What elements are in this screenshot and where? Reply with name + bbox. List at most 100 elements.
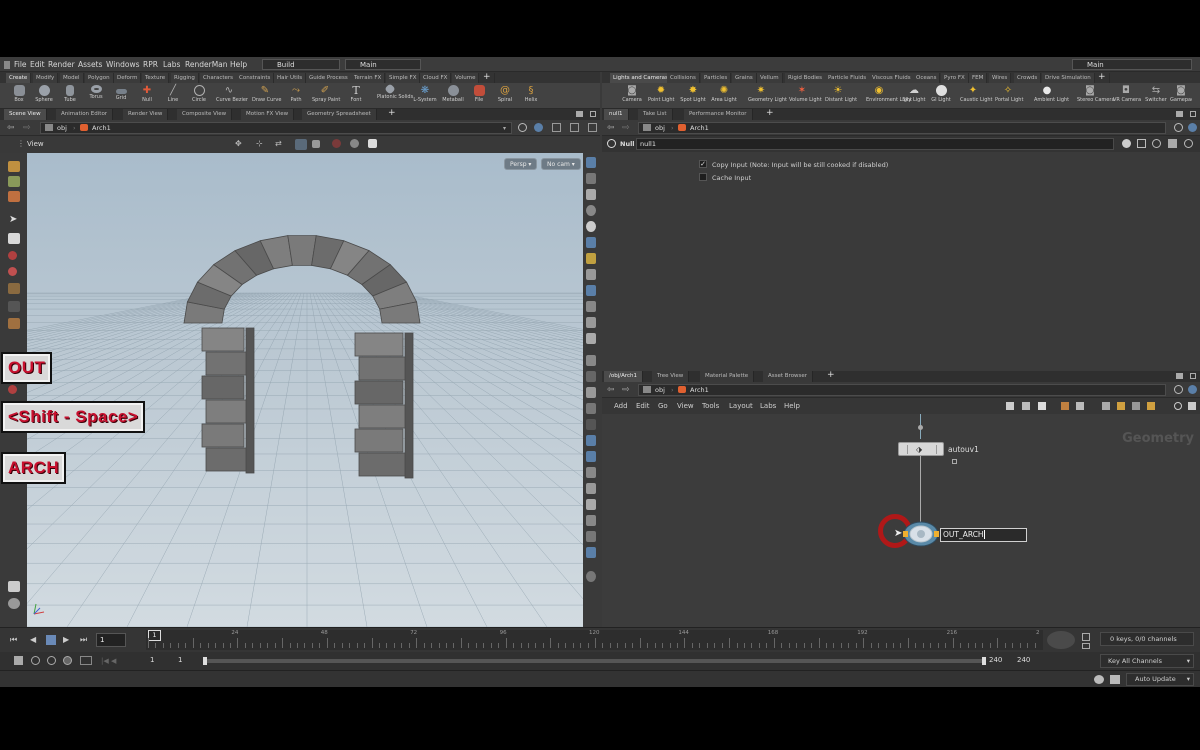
shelf-tab-simple-fx[interactable]: Simple FX bbox=[386, 73, 421, 83]
range-start-arrows-icon[interactable]: |◀ ◀ bbox=[101, 657, 116, 665]
range-end-field-2[interactable]: 240 bbox=[1017, 656, 1030, 664]
back-arrow-icon[interactable]: ⇦ bbox=[7, 123, 15, 133]
menu-renderman[interactable]: RenderMan bbox=[185, 60, 228, 69]
tool-stereo-camera[interactable]: ◙ Stereo Camera bbox=[1077, 85, 1115, 107]
desktop-dropdown[interactable]: Build bbox=[262, 59, 340, 70]
playhead[interactable]: 1 bbox=[148, 630, 161, 641]
shelf-tab-pyro-fx[interactable]: Pyro FX bbox=[941, 73, 969, 83]
loop-icon[interactable] bbox=[47, 656, 56, 665]
key-filter-icon[interactable] bbox=[1082, 633, 1090, 641]
add-pane-tab-button[interactable]: + bbox=[766, 108, 774, 118]
select-tool-icon[interactable] bbox=[8, 161, 20, 172]
grid-display-icon[interactable] bbox=[586, 285, 596, 296]
pin-icon[interactable] bbox=[1174, 123, 1183, 132]
pane-maximize-icon[interactable] bbox=[1190, 373, 1196, 379]
snap-edge-icon[interactable] bbox=[586, 403, 596, 414]
lut-icon[interactable] bbox=[586, 531, 596, 542]
tool-portal-light[interactable]: ✧ Portal Light bbox=[995, 85, 1023, 107]
tool-box[interactable]: Box bbox=[6, 85, 32, 107]
shelf-tab-lights-cameras[interactable]: Lights and Cameras bbox=[610, 73, 672, 83]
path-obj[interactable]: obj bbox=[655, 385, 665, 395]
net-menu-view[interactable]: View bbox=[677, 402, 694, 410]
viewport-3d[interactable]: Persp ▾ No cam ▾ bbox=[27, 153, 583, 627]
star-icon[interactable] bbox=[1147, 402, 1155, 410]
net-menu-labs[interactable]: Labs bbox=[760, 402, 776, 410]
cache-input-checkbox[interactable] bbox=[699, 173, 707, 181]
tool-tube[interactable]: Tube bbox=[57, 85, 83, 107]
path-dropdown-icon[interactable]: ▾ bbox=[503, 125, 506, 132]
menu-labs[interactable]: Labs bbox=[163, 60, 180, 69]
record-icon[interactable] bbox=[332, 139, 341, 148]
step-back-icon[interactable]: ◀ bbox=[30, 635, 36, 644]
range-end-field[interactable]: 240 bbox=[989, 656, 1002, 664]
pointer-icon[interactable]: ➤ bbox=[9, 215, 21, 226]
persp-menu[interactable]: Persp ▾ bbox=[504, 158, 538, 170]
node-null1[interactable] bbox=[903, 521, 939, 547]
range-slider[interactable] bbox=[203, 659, 986, 663]
key-all-channels-dropdown[interactable]: Key All Channels ▾ bbox=[1100, 654, 1194, 668]
shelf-tab-fem[interactable]: FEM bbox=[969, 73, 988, 83]
light-icon[interactable] bbox=[350, 139, 359, 148]
measure-icon[interactable] bbox=[586, 435, 596, 446]
tool-spot-light[interactable]: ✸ Spot Light bbox=[680, 85, 706, 107]
scale-tool-icon[interactable] bbox=[8, 283, 20, 294]
tool-spray-paint[interactable]: ✐ Spray Paint bbox=[312, 85, 340, 107]
tab-tree-view[interactable]: Tree View bbox=[652, 371, 690, 382]
shelf-tab-crowds[interactable]: Crowds bbox=[1014, 73, 1042, 83]
chat-icon[interactable] bbox=[1094, 675, 1104, 684]
audio-icon[interactable] bbox=[31, 656, 40, 665]
tab-scene-view[interactable]: Scene View bbox=[4, 109, 47, 120]
shelf-tab-texture[interactable]: Texture bbox=[142, 73, 170, 83]
rotate-tool-icon[interactable] bbox=[8, 267, 17, 276]
hidden-icon[interactable] bbox=[586, 333, 596, 344]
tab-asset-browser[interactable]: Asset Browser bbox=[763, 371, 814, 382]
shelf-tab-volume[interactable]: Volume bbox=[452, 73, 480, 83]
brush-tool-icon[interactable] bbox=[8, 318, 20, 329]
range-slider-start-handle[interactable] bbox=[203, 657, 207, 665]
net-menu-tools[interactable]: Tools bbox=[702, 402, 719, 410]
tool-camera[interactable]: ◙ Camera bbox=[619, 85, 645, 107]
ghost-icon[interactable] bbox=[295, 139, 307, 150]
template-icon[interactable] bbox=[586, 317, 596, 328]
find-icon[interactable] bbox=[1174, 402, 1182, 410]
normals-icon[interactable] bbox=[586, 301, 596, 312]
snapping-icon[interactable]: ⊹ bbox=[256, 139, 268, 150]
shelf-tab-characters[interactable]: Characters bbox=[200, 73, 238, 83]
scene-tool-icon[interactable] bbox=[8, 581, 20, 592]
shelf-tab-vellum[interactable]: Vellum bbox=[757, 73, 783, 83]
shelf-tab-rigging[interactable]: Rigging bbox=[171, 73, 199, 83]
sync-icon[interactable] bbox=[63, 656, 72, 665]
flipbook-icon[interactable] bbox=[586, 451, 596, 462]
path-arch1[interactable]: Arch1 bbox=[690, 123, 709, 133]
menu-edit[interactable]: Edit bbox=[30, 60, 45, 69]
tool-vr-camera[interactable]: ◘ VR Camera bbox=[1113, 85, 1141, 107]
question-icon[interactable] bbox=[1184, 139, 1193, 148]
ortho-icon[interactable] bbox=[586, 483, 596, 494]
shelf-tab-create[interactable]: Create bbox=[6, 73, 32, 83]
tool-circle[interactable]: Circle bbox=[186, 85, 212, 107]
tab-render-view[interactable]: Render View bbox=[123, 109, 169, 120]
tool-gi-light[interactable]: GI Light bbox=[928, 85, 954, 107]
menu-windows[interactable]: Windows bbox=[106, 60, 139, 69]
home-view-icon[interactable] bbox=[586, 157, 596, 168]
point-display-icon[interactable] bbox=[586, 269, 596, 280]
context-dropdown[interactable]: Main bbox=[345, 59, 421, 70]
shelf-tab-wires[interactable]: Wires bbox=[989, 73, 1012, 83]
range-start-field-2[interactable]: 1 bbox=[178, 656, 182, 664]
tool-ambient-light[interactable]: ● Ambient Light bbox=[1034, 85, 1069, 107]
key-icon[interactable] bbox=[1047, 631, 1075, 649]
tab-take-list[interactable]: Take List bbox=[638, 109, 673, 120]
link-icon[interactable] bbox=[534, 123, 543, 132]
layout-icon[interactable] bbox=[570, 123, 579, 132]
add-pane-tab-button[interactable]: + bbox=[827, 370, 835, 380]
camera-menu[interactable]: No cam ▾ bbox=[541, 158, 581, 170]
info-icon[interactable] bbox=[1168, 139, 1177, 148]
network-canvas[interactable]: Geometry ⬗ autouv1 ➤ OUT_ARCH bbox=[602, 414, 1200, 627]
network-path-field[interactable]: obj › Arch1 bbox=[638, 384, 1166, 396]
tab-motion-fx-view[interactable]: Motion FX View bbox=[241, 109, 295, 120]
display-icon[interactable] bbox=[586, 237, 596, 248]
add-shelf-tab-button[interactable]: + bbox=[480, 73, 495, 83]
shelf-tab-collisions[interactable]: Collisions bbox=[667, 73, 700, 83]
menu-render[interactable]: Render bbox=[48, 60, 75, 69]
node-autouv1[interactable]: ⬗ bbox=[898, 442, 944, 456]
